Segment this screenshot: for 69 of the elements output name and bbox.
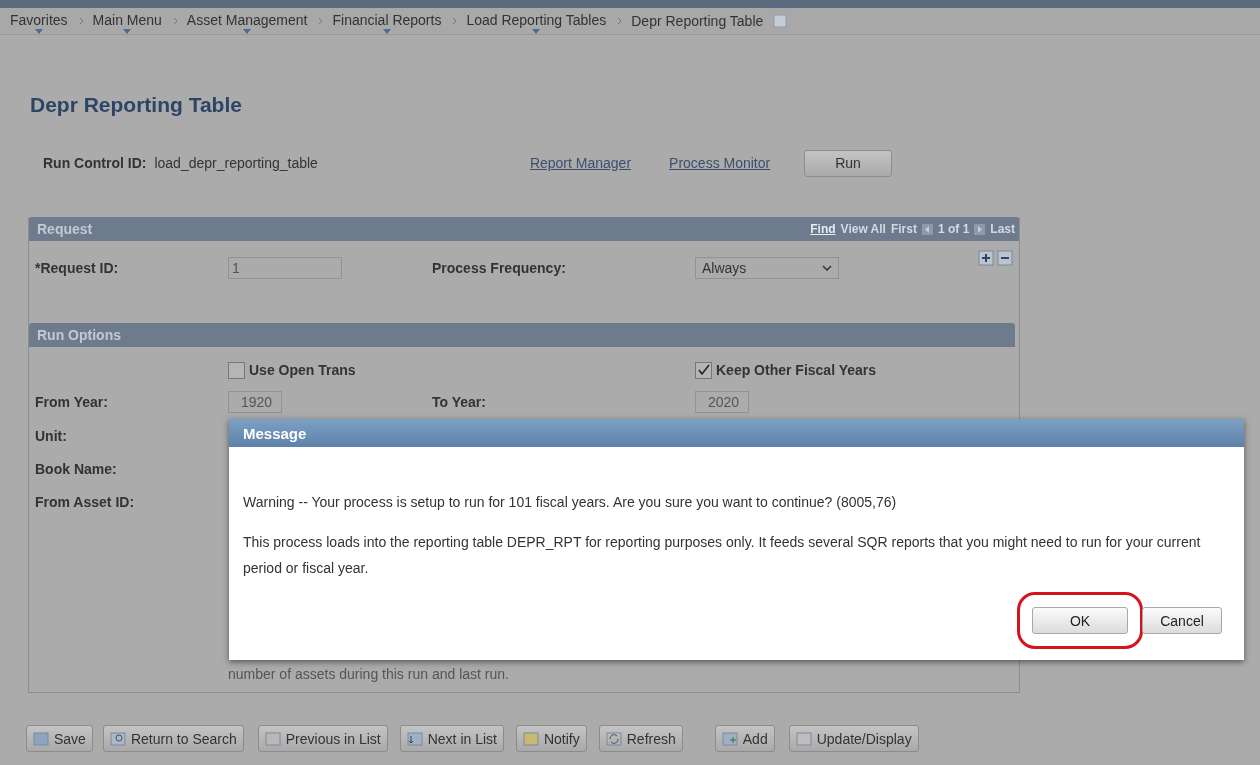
page-count: 1 of 1 (937, 222, 970, 236)
toolbar-button[interactable]: Add (714, 725, 775, 752)
page-icon (406, 730, 423, 747)
first-link[interactable]: First (890, 222, 917, 236)
view-all-link[interactable]: View All (840, 222, 886, 236)
caret-icon (532, 28, 541, 34)
frequency-dropdown[interactable]: Always (695, 257, 839, 279)
breadcrumb-link[interactable]: Favorites (10, 8, 77, 34)
dialog-title: Message (229, 419, 1244, 447)
field-label: *Request ID: (35, 260, 120, 276)
last-link[interactable]: Last (990, 222, 1015, 236)
checkbox-label: Use Open Trans (249, 362, 356, 378)
cancel-button[interactable]: Cancel (1142, 607, 1222, 634)
ok-button[interactable]: OK (1032, 607, 1128, 634)
checkbox-label: Keep Other Fiscal Years (716, 362, 877, 378)
add-icon (721, 730, 738, 747)
field-label: Process Frequency: (432, 260, 567, 276)
chevron-icon (78, 17, 84, 25)
breadcrumb-link[interactable]: Financial Reports (332, 8, 451, 34)
note-text: number of assets during this run and last run. (228, 666, 510, 682)
breadcrumb-link[interactable]: Depr Reporting Table (631, 13, 773, 29)
toolbar-button[interactable]: Save (26, 725, 93, 752)
toolbar-button[interactable]: Update/Display (788, 725, 919, 752)
breadcrumb-link[interactable]: Load Reporting Tables (466, 8, 616, 34)
chevron-icon (452, 17, 458, 25)
caret-icon (123, 28, 132, 34)
page-icon (795, 730, 812, 747)
field-label: To Year: (432, 394, 487, 410)
chevron-icon (822, 265, 832, 271)
refresh-icon (605, 730, 622, 747)
field-label: From Asset ID: (35, 493, 136, 510)
section-header: Request Find View All First 1 of 1 Last (29, 217, 1019, 241)
caret-icon (34, 28, 43, 34)
toolbar-button[interactable]: Refresh (598, 725, 683, 752)
field-value: load_depr_reporting_table (154, 155, 318, 171)
page-icon (264, 730, 281, 747)
report-manager-link[interactable]: Report Manager (529, 155, 632, 171)
message-text: This process loads into the reporting table DEPR_RPT for reporting purposes only. It feeds several SQR reports that you might need to run for your current period or fiscal year. (243, 533, 1202, 578)
page-icon[interactable] (772, 13, 789, 29)
field-label: Book Name: (35, 460, 118, 477)
request-id-field[interactable]: 1 (228, 257, 342, 279)
chevron-icon (172, 17, 178, 25)
field-label: From Year: (35, 394, 109, 410)
breadcrumb-link[interactable]: Main Menu (92, 8, 171, 34)
breadcrumb-link[interactable]: Asset Management (186, 8, 317, 34)
caret-icon (382, 28, 391, 34)
chevron-icon (617, 17, 623, 25)
delete-row-icon[interactable] (997, 250, 1013, 266)
message-text: Warning -- Your process is setup to run for 101 fiscal years. Are you sure you want to continue? (8005,76) (243, 493, 898, 512)
page-title: Depr Reporting Table (30, 93, 243, 117)
field-label: Run Control ID: (43, 155, 147, 171)
find-link[interactable]: Find (810, 222, 836, 236)
toolbar-button[interactable]: Next in List (399, 725, 504, 752)
toolbar-button[interactable]: Previous in List (257, 725, 388, 752)
to-year-field[interactable]: 2020 (695, 391, 749, 413)
checkbox[interactable] (695, 361, 712, 379)
toolbar-button[interactable]: Notify (515, 725, 587, 752)
chevron-icon (318, 17, 324, 25)
toolbar-button[interactable]: Return to Search (102, 725, 244, 752)
section-header: Run Options (29, 323, 1015, 347)
run-button[interactable]: Run (804, 149, 892, 177)
add-row-icon[interactable] (978, 250, 994, 266)
checkbox[interactable] (228, 361, 245, 379)
from-year-field[interactable]: 1920 (228, 391, 282, 413)
magnifier-icon (109, 730, 126, 747)
check-icon (697, 364, 710, 376)
caret-icon (243, 28, 252, 34)
field-label: Unit: (35, 427, 68, 444)
process-monitor-link[interactable]: Process Monitor (669, 155, 771, 171)
